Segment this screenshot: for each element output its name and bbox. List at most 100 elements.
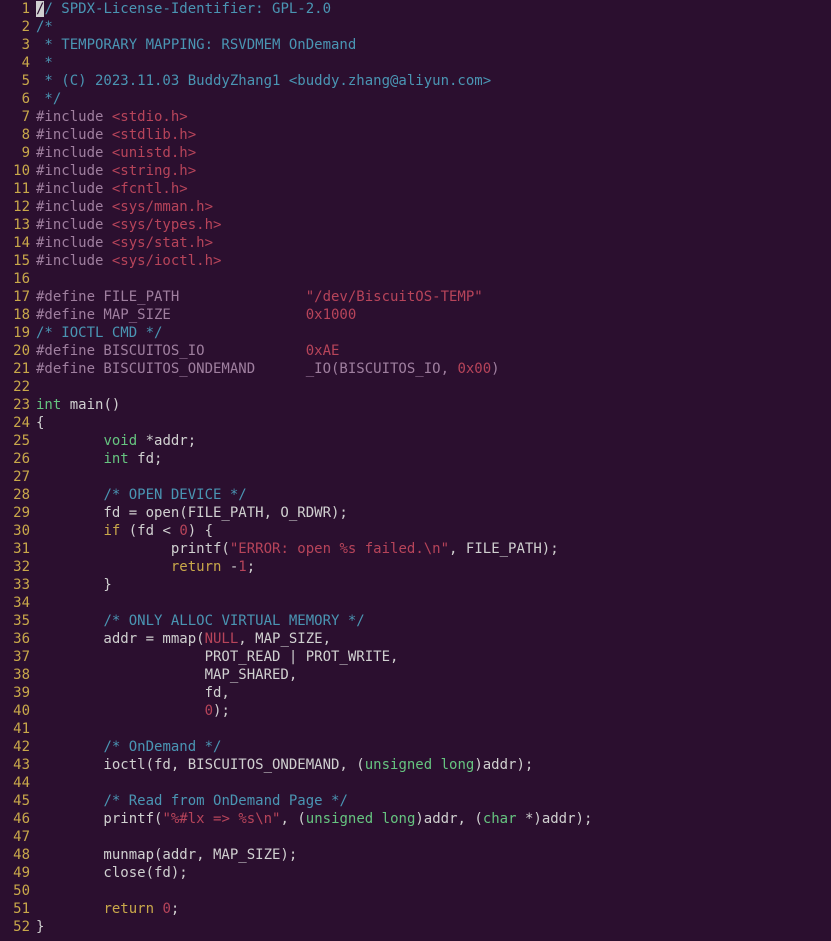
code-content[interactable]: return 0; <box>36 900 179 918</box>
code-line[interactable]: 41 <box>0 720 831 738</box>
code-content[interactable]: #define MAP_SIZE 0x1000 <box>36 306 356 324</box>
code-line[interactable]: 3 * TEMPORARY MAPPING: RSVDMEM OnDemand <box>0 36 831 54</box>
code-line[interactable]: 28 /* OPEN DEVICE */ <box>0 486 831 504</box>
code-content[interactable]: #include <sys/mman.h> <box>36 198 213 216</box>
code-content[interactable]: * (C) 2023.11.03 BuddyZhang1 <buddy.zhan… <box>36 72 491 90</box>
code-line[interactable]: 9#include <unistd.h> <box>0 144 831 162</box>
code-line[interactable]: 11#include <fcntl.h> <box>0 180 831 198</box>
code-line[interactable]: 35 /* ONLY ALLOC VIRTUAL MEMORY */ <box>0 612 831 630</box>
code-content[interactable]: /* OPEN DEVICE */ <box>36 486 247 504</box>
code-content[interactable]: printf("%#lx => %s\n", (unsigned long)ad… <box>36 810 592 828</box>
code-line[interactable]: 46 printf("%#lx => %s\n", (unsigned long… <box>0 810 831 828</box>
code-line[interactable]: 20#define BISCUITOS_IO 0xAE <box>0 342 831 360</box>
code-line[interactable]: 13#include <sys/types.h> <box>0 216 831 234</box>
code-content[interactable]: fd = open(FILE_PATH, O_RDWR); <box>36 504 348 522</box>
code-content[interactable]: #define BISCUITOS_IO 0xAE <box>36 342 339 360</box>
code-line[interactable]: 44 <box>0 774 831 792</box>
code-content[interactable]: { <box>36 414 44 432</box>
code-line[interactable]: 36 addr = mmap(NULL, MAP_SIZE, <box>0 630 831 648</box>
code-line[interactable]: 19/* IOCTL CMD */ <box>0 324 831 342</box>
code-line[interactable]: 38 MAP_SHARED, <box>0 666 831 684</box>
code-editor[interactable]: 1// SPDX-License-Identifier: GPL-2.02/*3… <box>0 0 831 936</box>
code-line[interactable]: 51 return 0; <box>0 900 831 918</box>
code-content[interactable]: /* <box>36 18 53 36</box>
token <box>36 703 205 719</box>
code-line[interactable]: 2/* <box>0 18 831 36</box>
code-content[interactable]: } <box>36 576 112 594</box>
code-content[interactable]: PROT_READ | PROT_WRITE, <box>36 648 398 666</box>
code-line[interactable]: 8#include <stdlib.h> <box>0 126 831 144</box>
code-line[interactable]: 14#include <sys/stat.h> <box>0 234 831 252</box>
code-line[interactable]: 45 /* Read from OnDemand Page */ <box>0 792 831 810</box>
code-line[interactable]: 17#define FILE_PATH "/dev/BiscuitOS-TEMP… <box>0 288 831 306</box>
code-line[interactable]: 43 ioctl(fd, BISCUITOS_ONDEMAND, (unsign… <box>0 756 831 774</box>
code-content[interactable]: printf("ERROR: open %s failed.\n", FILE_… <box>36 540 559 558</box>
code-line[interactable]: 49 close(fd); <box>0 864 831 882</box>
code-content[interactable]: MAP_SHARED, <box>36 666 297 684</box>
code-content[interactable]: fd, <box>36 684 230 702</box>
code-line[interactable]: 30 if (fd < 0) { <box>0 522 831 540</box>
code-line[interactable]: 16 <box>0 270 831 288</box>
code-content[interactable]: } <box>36 918 44 936</box>
code-line[interactable]: 27 <box>0 468 831 486</box>
code-content[interactable]: int fd; <box>36 450 162 468</box>
code-line[interactable]: 25 void *addr; <box>0 432 831 450</box>
code-line[interactable]: 23int main() <box>0 396 831 414</box>
code-content[interactable]: #include <sys/stat.h> <box>36 234 213 252</box>
code-content[interactable]: #include <stdio.h> <box>36 108 188 126</box>
code-line[interactable]: 37 PROT_READ | PROT_WRITE, <box>0 648 831 666</box>
code-content[interactable]: // SPDX-License-Identifier: GPL-2.0 <box>36 0 331 18</box>
code-content[interactable]: /* Read from OnDemand Page */ <box>36 792 348 810</box>
code-line[interactable]: 7#include <stdio.h> <box>0 108 831 126</box>
code-line[interactable]: 4 * <box>0 54 831 72</box>
token: close(fd); <box>36 865 188 881</box>
code-content[interactable]: */ <box>36 90 61 108</box>
token: , ( <box>280 811 305 827</box>
code-content[interactable]: #define BISCUITOS_ONDEMAND _IO(BISCUITOS… <box>36 360 500 378</box>
code-line[interactable]: 32 return -1; <box>0 558 831 576</box>
code-content[interactable]: /* ONLY ALLOC VIRTUAL MEMORY */ <box>36 612 365 630</box>
code-line[interactable]: 48 munmap(addr, MAP_SIZE); <box>0 846 831 864</box>
code-line[interactable]: 26 int fd; <box>0 450 831 468</box>
code-content[interactable]: * <box>36 54 53 72</box>
code-content[interactable]: ioctl(fd, BISCUITOS_ONDEMAND, (unsigned … <box>36 756 533 774</box>
code-content[interactable]: #include <fcntl.h> <box>36 180 188 198</box>
code-content[interactable]: 0); <box>36 702 230 720</box>
code-line[interactable]: 33 } <box>0 576 831 594</box>
code-content[interactable]: * TEMPORARY MAPPING: RSVDMEM OnDemand <box>36 36 356 54</box>
code-line[interactable]: 10#include <string.h> <box>0 162 831 180</box>
code-content[interactable]: #include <unistd.h> <box>36 144 196 162</box>
code-line[interactable]: 22 <box>0 378 831 396</box>
code-line[interactable]: 52} <box>0 918 831 936</box>
code-line[interactable]: 18#define MAP_SIZE 0x1000 <box>0 306 831 324</box>
code-line[interactable]: 15#include <sys/ioctl.h> <box>0 252 831 270</box>
code-line[interactable]: 6 */ <box>0 90 831 108</box>
code-line[interactable]: 29 fd = open(FILE_PATH, O_RDWR); <box>0 504 831 522</box>
code-content[interactable]: #define FILE_PATH "/dev/BiscuitOS-TEMP" <box>36 288 483 306</box>
code-content[interactable]: #include <sys/ioctl.h> <box>36 252 221 270</box>
code-content[interactable]: /* OnDemand */ <box>36 738 221 756</box>
code-line[interactable]: 42 /* OnDemand */ <box>0 738 831 756</box>
code-line[interactable]: 5 * (C) 2023.11.03 BuddyZhang1 <buddy.zh… <box>0 72 831 90</box>
code-line[interactable]: 34 <box>0 594 831 612</box>
code-line[interactable]: 12#include <sys/mman.h> <box>0 198 831 216</box>
code-line[interactable]: 39 fd, <box>0 684 831 702</box>
code-line[interactable]: 40 0); <box>0 702 831 720</box>
code-content[interactable]: void *addr; <box>36 432 196 450</box>
code-content[interactable]: close(fd); <box>36 864 188 882</box>
code-line[interactable]: 21#define BISCUITOS_ONDEMAND _IO(BISCUIT… <box>0 360 831 378</box>
code-line[interactable]: 1// SPDX-License-Identifier: GPL-2.0 <box>0 0 831 18</box>
code-content[interactable]: #include <sys/types.h> <box>36 216 221 234</box>
code-content[interactable]: munmap(addr, MAP_SIZE); <box>36 846 297 864</box>
code-content[interactable]: #include <string.h> <box>36 162 196 180</box>
code-content[interactable]: if (fd < 0) { <box>36 522 213 540</box>
code-content[interactable]: /* IOCTL CMD */ <box>36 324 162 342</box>
code-content[interactable]: addr = mmap(NULL, MAP_SIZE, <box>36 630 331 648</box>
code-content[interactable]: #include <stdlib.h> <box>36 126 196 144</box>
code-line[interactable]: 31 printf("ERROR: open %s failed.\n", FI… <box>0 540 831 558</box>
code-line[interactable]: 50 <box>0 882 831 900</box>
code-content[interactable]: int main() <box>36 396 120 414</box>
code-line[interactable]: 47 <box>0 828 831 846</box>
code-line[interactable]: 24{ <box>0 414 831 432</box>
code-content[interactable]: return -1; <box>36 558 255 576</box>
